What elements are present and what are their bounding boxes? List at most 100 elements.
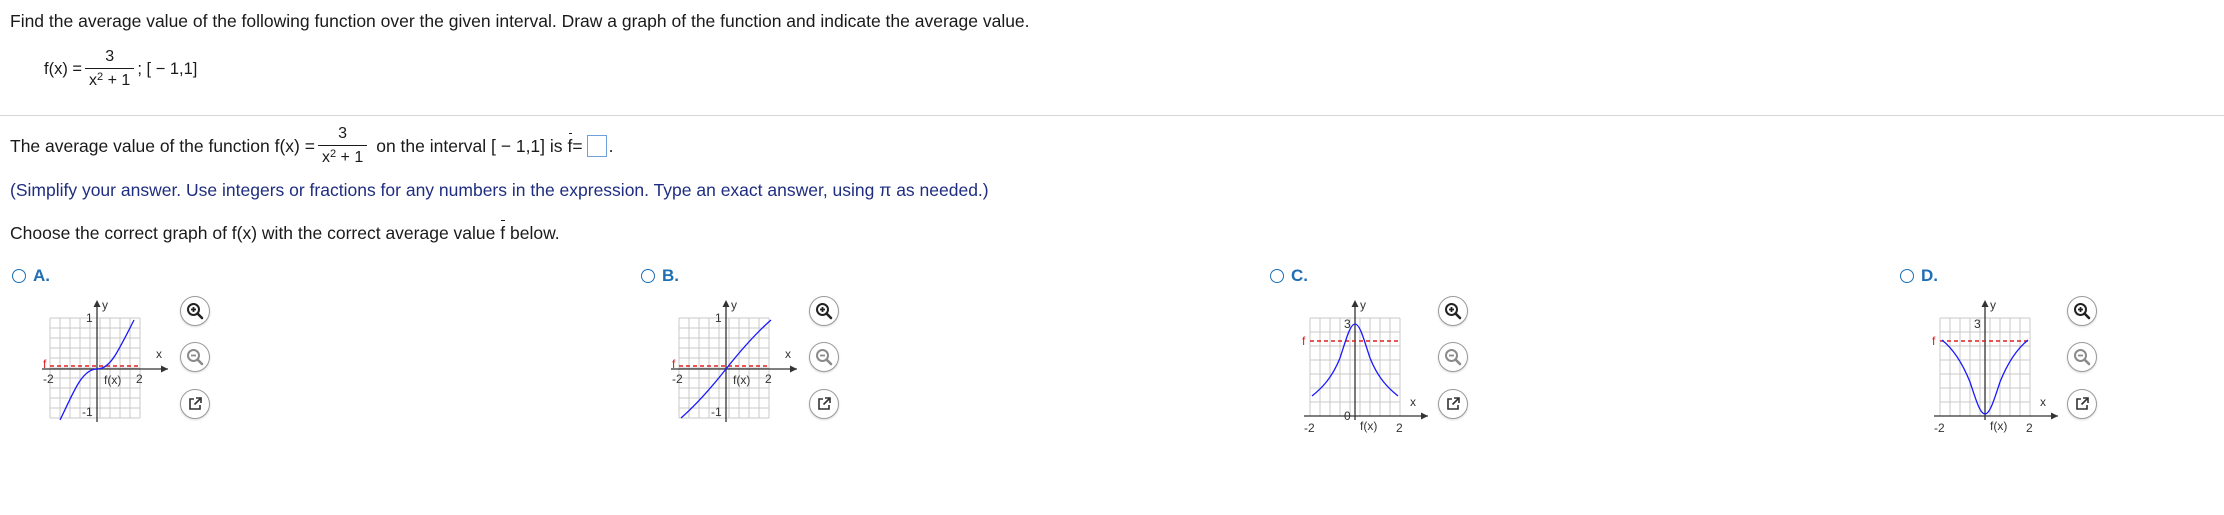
zoom-out-button-d[interactable] [2067,342,2097,372]
graph-b-xmin-label: -2 [672,372,683,386]
graph-a-xmax-label: 2 [136,372,143,386]
graph-b-xmax-label: 2 [765,372,772,386]
zoom-in-icon [816,303,833,320]
option-d[interactable]: D. [1900,266,1938,286]
graph-c-ytick-label: 3 [1344,317,1351,331]
graph-d-xmin-label: -2 [1934,421,1945,435]
graph-d-x-arrow [2051,412,2058,420]
graph-d-xmax-label: 2 [2026,421,2033,435]
graph-c-xmax-label: 2 [1396,421,1403,435]
graph-b-y-arrow [722,300,730,307]
graph-b-y-label: y [731,298,737,312]
popout-icon [2076,397,2089,410]
avg-fbar: f [567,132,573,156]
answer-input-box[interactable] [586,135,607,158]
avg-middle: on the interval [ − 1,1] is [376,135,563,156]
graph-option-a[interactable]: y x 1 -2 2 -1 f(x) f [38,296,178,426]
radio-option-c[interactable] [1270,269,1284,283]
avg-den-rest: + 1 [336,149,364,167]
graph-option-d[interactable]: y x 3 -2 2 f(x) f [1930,296,2070,436]
zoom-in-icon [187,303,204,320]
question-instruction: Find the average value of the following … [10,11,1030,31]
graph-b-grid [678,317,770,419]
avg-den-base: x [321,149,330,167]
popout-button-c[interactable] [1438,389,1468,419]
function-definition: f(x) = 3 x2 + 1 ; [ − 1,1] [44,48,197,91]
graph-c-y-label: y [1360,298,1366,312]
option-a-letter: A. [33,266,50,285]
popout-icon [818,397,831,410]
fx-prefix: f(x) = [44,59,83,78]
graph-option-c[interactable]: y x 3 0 -2 2 f(x) f [1300,296,1440,436]
option-c[interactable]: C. [1270,266,1308,286]
avg-fraction: 3 x2 + 1 [317,125,368,168]
choose-before: Choose the correct graph of f(x) with th… [10,223,496,243]
graph-d-fbar-label: f [1932,334,1936,348]
fx-interval: ; [ − 1,1] [137,59,198,78]
graph-option-b[interactable]: y x 1 -2 2 -1 f(x) f [667,296,807,426]
graph-b-x-label: x [785,347,791,361]
option-b-letter: B. [662,266,679,285]
fx-fraction: 3 x2 + 1 [85,48,135,91]
fx-denominator: x2 + 1 [85,68,135,90]
graph-a-yneg-label: -1 [82,405,93,419]
graph-d-fx-label: f(x) [1990,419,2007,433]
graph-a-y-label: y [102,298,108,312]
graph-d-ytick-label: 3 [1974,317,1981,331]
zoom-in-icon [1445,303,1462,320]
radio-option-a[interactable] [12,269,26,283]
zoom-in-button-c[interactable] [1438,296,1468,326]
graph-c-fx-label: f(x) [1360,419,1377,433]
zoom-in-button-b[interactable] [809,296,839,326]
choose-after: below. [505,223,560,243]
graph-c-x-arrow [1421,412,1428,420]
choose-graph-prompt: Choose the correct graph of f(x) with th… [10,220,560,244]
radio-option-d[interactable] [1900,269,1914,283]
fx-den-rest: + 1 [103,72,131,90]
graph-b-ytick-label: 1 [715,311,722,325]
graph-d-y-arrow [1981,300,1989,307]
zoom-out-button-c[interactable] [1438,342,1468,372]
graph-a-x-label: x [156,347,162,361]
zoom-out-button-a[interactable] [180,342,210,372]
popout-button-a[interactable] [180,389,210,419]
graph-b-yneg-label: -1 [711,405,722,419]
choose-fbar: f [500,220,506,243]
option-d-letter: D. [1921,266,1938,285]
zoom-in-button-a[interactable] [180,296,210,326]
graph-c-fbar-label: f [1302,334,1306,348]
avg-period: . [608,135,614,156]
average-value-statement: The average value of the function f(x) =… [10,125,614,168]
graph-a-xmin-label: -2 [43,372,54,386]
avg-equals: = [572,135,583,156]
option-a[interactable]: A. [12,266,50,286]
graph-d-x-label: x [2040,395,2046,409]
popout-button-d[interactable] [2067,389,2097,419]
zoom-out-icon [816,349,833,366]
graph-c-x-label: x [1410,395,1416,409]
fx-numerator: 3 [105,48,115,65]
zoom-out-icon [2074,349,2091,366]
zoom-in-button-d[interactable] [2067,296,2097,326]
graph-c-origin-label: 0 [1344,409,1351,423]
popout-icon [189,397,202,410]
avg-numerator: 3 [338,125,348,142]
graph-a-ytick-label: 1 [86,311,93,325]
zoom-in-icon [2074,303,2091,320]
popout-button-b[interactable] [809,389,839,419]
avg-prefix: The average value of the function f(x) = [10,135,315,156]
zoom-out-button-b[interactable] [809,342,839,372]
avg-denominator: x2 + 1 [317,145,368,167]
graph-c-y-arrow [1351,300,1359,307]
radio-option-b[interactable] [641,269,655,283]
graph-a-fx-label: f(x) [104,373,121,387]
graph-a-grid [49,317,141,419]
divider [0,115,2224,116]
graph-d-y-label: y [1990,298,1996,312]
option-b[interactable]: B. [641,266,679,286]
graph-c-xmin-label: -2 [1304,421,1315,435]
graph-b-fx-label: f(x) [733,373,750,387]
graph-a-x-arrow [161,365,168,373]
graph-b-x-arrow [790,365,797,373]
popout-icon [1447,397,1460,410]
